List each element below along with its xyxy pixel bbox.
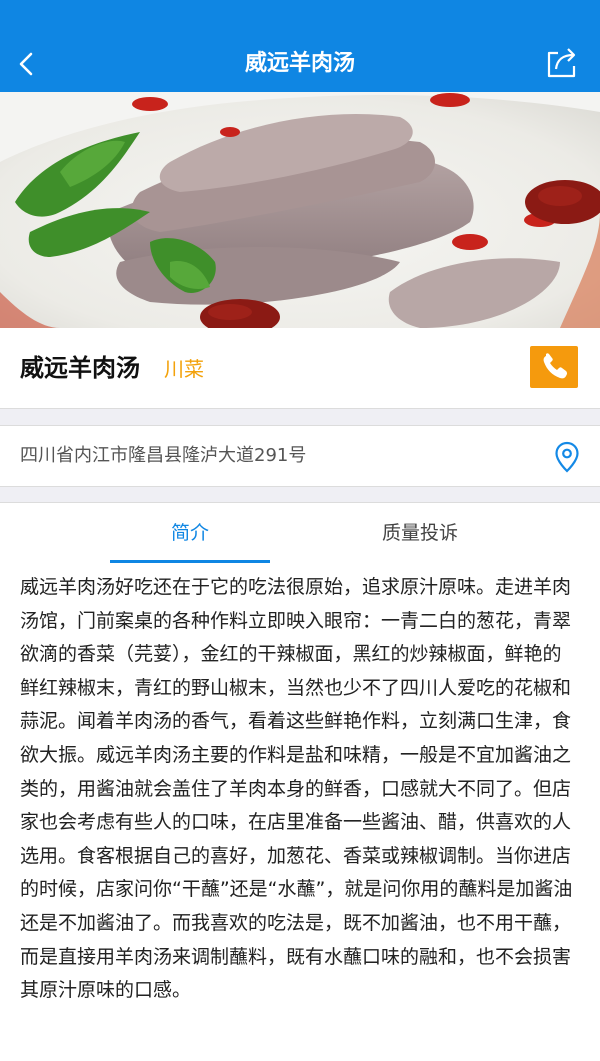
cuisine-category: 川菜 — [164, 357, 204, 381]
page-title: 威远羊肉汤 — [244, 51, 355, 76]
tab-bar: 简介 质量投诉 — [0, 502, 600, 564]
call-button[interactable] — [530, 346, 578, 388]
tab-intro[interactable]: 简介 — [110, 503, 270, 563]
top-navigation-bar: 威远羊肉汤 — [0, 0, 600, 92]
tab-quality-complaint[interactable]: 质量投诉 — [340, 503, 500, 563]
restaurant-name: 威远羊肉汤 — [20, 354, 140, 382]
restaurant-info: 威远羊肉汤 川菜 — [0, 328, 600, 409]
dish-photo — [0, 92, 600, 328]
phone-icon — [543, 353, 567, 379]
address-bar[interactable]: 四川省内江市隆昌县隆泸大道291号 — [0, 425, 600, 487]
share-icon[interactable] — [544, 44, 580, 80]
description-panel: 威远羊肉汤好吃还在于它的吃法很原始，追求原汁原味。走进羊肉汤馆，门前案桌的各种作… — [0, 563, 600, 1061]
address-text: 四川省内江市隆昌县隆泸大道291号 — [20, 445, 307, 466]
location-pin-icon[interactable] — [554, 441, 580, 473]
description-text: 威远羊肉汤好吃还在于它的吃法很原始，追求原汁原味。走进羊肉汤馆，门前案桌的各种作… — [20, 576, 573, 1002]
